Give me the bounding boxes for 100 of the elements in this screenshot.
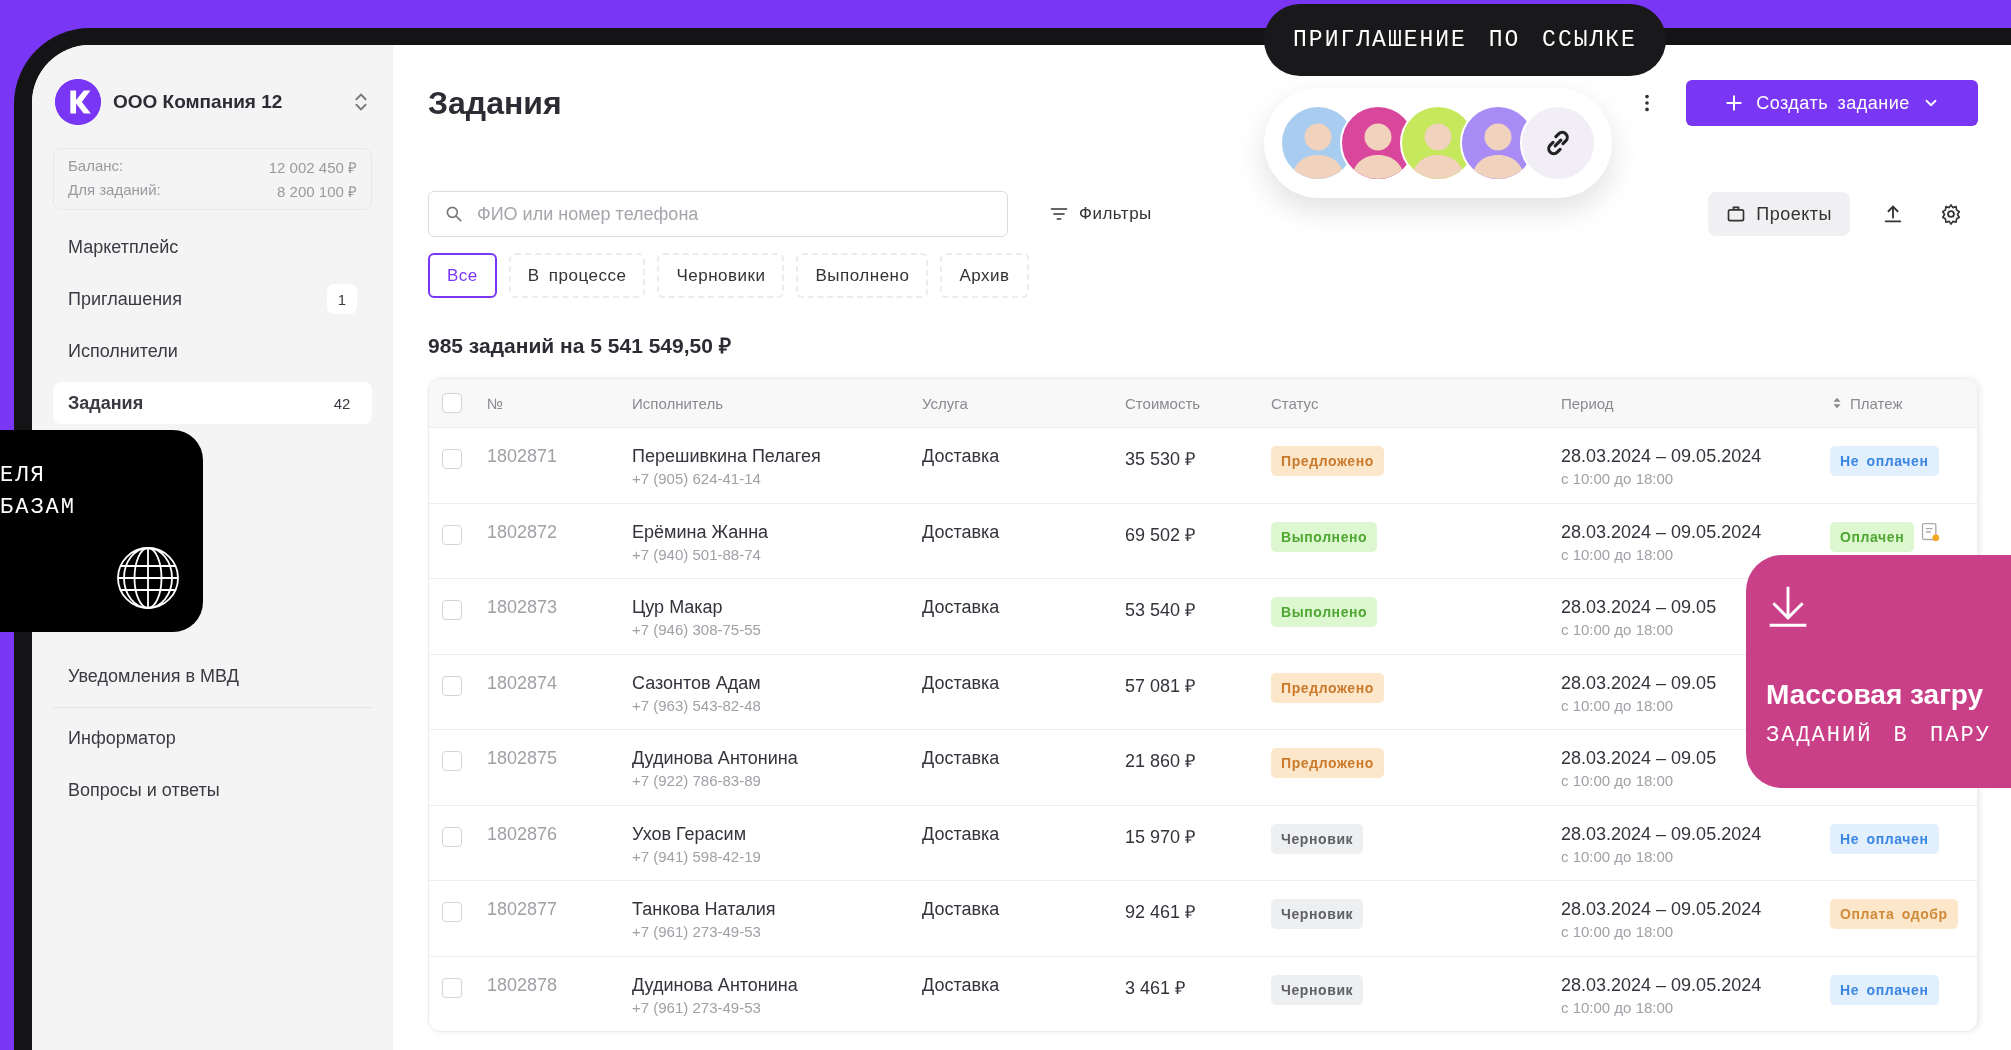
- company-name: ООО Компания 12: [113, 91, 284, 113]
- filter-tab[interactable]: Все: [428, 253, 497, 298]
- status-badge: Черновик: [1271, 899, 1364, 929]
- filter-tab[interactable]: Архив: [940, 253, 1029, 298]
- performer-phone: +7 (940) 501-88-74: [632, 545, 761, 563]
- sidebar-item[interactable]: Маркетплейс: [53, 226, 372, 268]
- column-header: Услуга: [922, 394, 968, 412]
- period-dates: 28.03.2024 – 09.05.2024: [1561, 823, 1762, 845]
- performer-phone: +7 (905) 624-41-14: [632, 470, 761, 487]
- search-field[interactable]: ФИО или номер телефона: [428, 191, 1008, 237]
- period-dates: 28.03.2024 – 09.05: [1561, 672, 1717, 694]
- row-checkbox[interactable]: [442, 977, 462, 998]
- cost-text: 15 970 ₽: [1125, 825, 1196, 848]
- column-header: №: [487, 394, 504, 412]
- projects-button[interactable]: Проекты: [1708, 192, 1850, 236]
- balance-label: Баланс:: [68, 157, 124, 176]
- performer-name: Танкова Наталия: [632, 899, 776, 920]
- sidebar-item[interactable]: Задания 42: [53, 382, 372, 424]
- service-text: Доставка: [922, 672, 1000, 694]
- period-time: с 10:00 до 18:00: [1561, 923, 1674, 940]
- filter-tab[interactable]: Выполнено: [796, 253, 929, 298]
- filters-button[interactable]: Фильтры: [1043, 203, 1158, 225]
- task-number: 1802878: [487, 974, 558, 995]
- filter-tab[interactable]: В процессе: [508, 253, 646, 298]
- row-checkbox[interactable]: [442, 826, 462, 847]
- sidebar-item[interactable]: Приглашения 1: [53, 278, 372, 320]
- performer-name: Ухов Герасим: [632, 823, 746, 845]
- row-checkbox[interactable]: [442, 449, 462, 469]
- task-number: 1802874: [487, 672, 558, 693]
- period-time: с 10:00 до 18:00: [1561, 772, 1674, 789]
- balance-value: 8 200 100 ₽: [277, 182, 357, 201]
- page-title: Задания: [428, 84, 562, 122]
- balance-value: 12 002 450 ₽: [268, 158, 357, 177]
- task-number: 1802876: [487, 823, 558, 844]
- balance-label: Для заданий:: [68, 181, 161, 200]
- period-time: с 10:00 до 18:00: [1561, 545, 1674, 563]
- task-number: 1802873: [487, 597, 558, 617]
- cost-text: 69 502 ₽: [1125, 523, 1196, 546]
- tooltip: ПРИГЛАШЕНИЕ ПО ССЫЛКЕ: [1264, 4, 1666, 76]
- sidebar-item[interactable]: Вопросы и ответы: [53, 769, 372, 811]
- filter-tab[interactable]: Черновики: [657, 253, 785, 298]
- service-text: Доставка: [922, 597, 1000, 618]
- period-dates: 28.03.2024 – 09.05.2024: [1561, 974, 1762, 996]
- task-number: 1802871: [487, 446, 558, 466]
- period-dates: 28.03.2024 – 09.05.2024: [1561, 521, 1762, 543]
- period-dates: 28.03.2024 – 09.05.2024: [1561, 899, 1762, 920]
- cost-text: 35 530 ₽: [1125, 448, 1196, 470]
- performer-phone: +7 (941) 598-42-19: [632, 847, 761, 865]
- period-time: с 10:00 до 18:00: [1561, 998, 1674, 1016]
- status-badge: Предложено: [1271, 446, 1384, 476]
- item-count: 1: [327, 284, 357, 314]
- upload-icon[interactable]: [1882, 203, 1904, 225]
- period-time: с 10:00 до 18:00: [1561, 847, 1674, 865]
- period-dates: 28.03.2024 – 09.05.2024: [1561, 446, 1762, 467]
- status-badge: Выполнено: [1271, 521, 1378, 552]
- briefcase-icon: [1726, 204, 1747, 224]
- cost-text: 53 540 ₽: [1125, 599, 1196, 621]
- row-checkbox[interactable]: [442, 902, 462, 922]
- settings-icon[interactable]: [1940, 203, 1962, 225]
- performer-name: Ерёмина Жанна: [632, 521, 769, 543]
- service-text: Доставка: [922, 974, 1000, 996]
- task-number: 1802875: [487, 748, 558, 768]
- sidebar-item[interactable]: Исполнители: [53, 330, 372, 372]
- row-checkbox[interactable]: [442, 524, 462, 545]
- period-time: с 10:00 до 18:00: [1561, 621, 1674, 638]
- period-time: с 10:00 до 18:00: [1561, 470, 1674, 487]
- performer-phone: +7 (946) 308-75-55: [632, 621, 761, 638]
- item-count: 42: [332, 393, 352, 414]
- performer-phone: +7 (961) 273-49-53: [632, 923, 761, 940]
- column-header: Платеж: [1850, 394, 1903, 412]
- sidebar-item[interactable]: Информатор: [53, 717, 372, 759]
- task-number: 1802872: [487, 521, 558, 542]
- service-text: Доставка: [922, 446, 1000, 467]
- cost-text: 21 860 ₽: [1125, 750, 1196, 772]
- row-checkbox[interactable]: [442, 600, 462, 620]
- row-checkbox[interactable]: [442, 675, 462, 696]
- status-badge: Черновик: [1271, 823, 1364, 854]
- create-task-button[interactable]: Создать задание: [1686, 80, 1978, 126]
- status-badge: Предложено: [1271, 748, 1384, 778]
- payment-badge: Не оплачен: [1830, 974, 1939, 1005]
- cost-text: 3 461 ₽: [1125, 976, 1186, 999]
- period-time: с 10:00 до 18:00: [1561, 696, 1674, 714]
- payment-badge: Оплачен: [1830, 521, 1915, 552]
- cost-text: 57 081 ₽: [1125, 674, 1196, 697]
- column-header: Стоимость: [1125, 394, 1201, 412]
- status-badge: Предложено: [1271, 672, 1384, 703]
- performer-phone: +7 (963) 543-82-48: [632, 696, 761, 714]
- status-badge: Черновик: [1271, 974, 1364, 1005]
- column-header: Статус: [1271, 394, 1319, 412]
- promo-text: БАЗАМ: [0, 494, 77, 522]
- select-all-checkbox[interactable]: [442, 393, 462, 413]
- row-checkbox[interactable]: [442, 751, 462, 771]
- performer-phone: +7 (922) 786-83-89: [632, 772, 761, 789]
- sidebar-item[interactable]: Уведомления в МВД: [53, 655, 372, 697]
- performer-name: Перешивкина Пелагея: [632, 446, 821, 467]
- performer-name: Цур Макар: [632, 597, 723, 618]
- period-dates: 28.03.2024 – 09.05: [1561, 597, 1717, 618]
- promo-title: Массовая загру: [1766, 679, 1984, 711]
- promo-text: ЕЛЯ: [0, 462, 47, 490]
- task-number: 1802877: [487, 899, 558, 919]
